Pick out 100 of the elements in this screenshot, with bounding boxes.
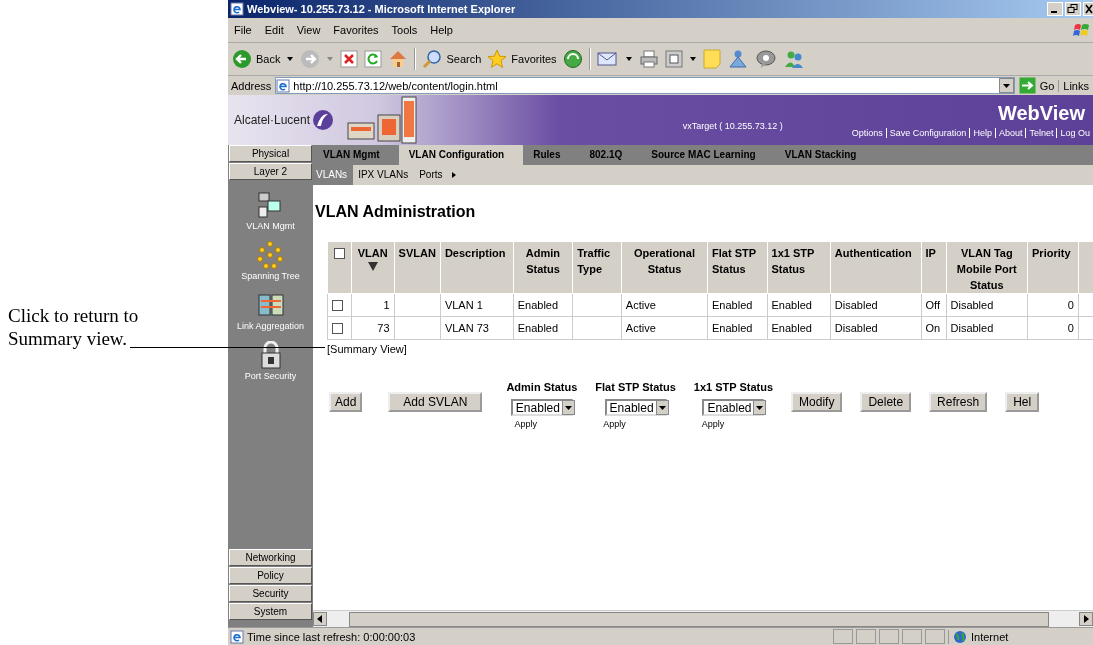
nav-link[interactable]: VLAN Mgmt: [246, 221, 295, 231]
header-link[interactable]: Save Configuration: [885, 128, 970, 138]
menu-item[interactable]: View: [296, 24, 321, 36]
home-icon[interactable]: [388, 49, 409, 69]
tab[interactable]: 802.1Q: [579, 145, 642, 165]
table-cell: Active: [625, 322, 656, 334]
table-cell: 0: [1067, 299, 1074, 311]
summary-view-link[interactable]: [Summary View]: [327, 343, 407, 355]
checkbox[interactable]: [332, 322, 343, 334]
nav-button[interactable]: Layer 2: [229, 163, 312, 180]
favorites-button[interactable]: Favorites: [487, 49, 557, 69]
stop-icon[interactable]: [340, 50, 359, 68]
action-button[interactable]: Hel: [1005, 392, 1040, 412]
media-icon[interactable]: [562, 49, 583, 69]
tab[interactable]: VLAN Stacking: [774, 145, 876, 165]
header-link[interactable]: Telnet: [1025, 128, 1057, 138]
search-button[interactable]: Search: [422, 49, 482, 69]
table-cell: Disabled: [834, 322, 878, 334]
node-tree-icon[interactable]: [256, 241, 285, 269]
tab[interactable]: VLAN Mgmt: [313, 145, 399, 165]
nav-button[interactable]: Networking: [229, 549, 312, 566]
brand-name: Alcatel·Lucent: [234, 113, 311, 127]
apply-link[interactable]: Apply: [701, 419, 725, 429]
product-name: WebView: [997, 102, 1085, 125]
people-icon[interactable]: [726, 49, 749, 69]
dropdown[interactable]: Enabled: [702, 399, 765, 416]
subtab[interactable]: IPX VLANs: [355, 165, 415, 185]
menu-item[interactable]: Tools: [391, 24, 418, 36]
close-icon[interactable]: [1083, 2, 1093, 16]
subtab[interactable]: VLANs: [313, 165, 354, 185]
horizontal-scrollbar[interactable]: [313, 610, 1093, 627]
field-label: 1x1 STP Status: [693, 381, 774, 393]
table-cell: Disabled: [950, 322, 994, 334]
apply-link[interactable]: Apply: [514, 419, 537, 429]
refresh-icon[interactable]: [364, 50, 383, 68]
subtab[interactable]: Ports: [416, 165, 449, 185]
tab[interactable]: Source MAC Learning: [641, 145, 775, 165]
table-cell: On: [925, 322, 941, 334]
header-link[interactable]: Log Ou: [1056, 128, 1093, 138]
window-title: Webview- 10.255.73.12 - Microsoft Internet Explorer: [247, 3, 517, 15]
page-icon: [230, 629, 244, 644]
table-cell: Enabled: [771, 322, 812, 334]
table-cell: Enabled: [712, 299, 753, 311]
nav-button[interactable]: Policy: [229, 567, 312, 584]
restore-icon[interactable]: [1065, 2, 1081, 16]
caret-icon[interactable]: [286, 55, 295, 63]
window-icon[interactable]: [664, 50, 683, 68]
table-cell: Disabled: [950, 299, 994, 311]
tab[interactable]: Rules: [523, 145, 580, 165]
menu-item[interactable]: Help: [430, 24, 453, 36]
caret-icon[interactable]: [688, 55, 697, 63]
menu-item[interactable]: Favorites: [333, 24, 379, 36]
action-button[interactable]: Delete: [860, 392, 912, 412]
table-cell: Disabled: [834, 299, 878, 311]
nav-button[interactable]: Security: [229, 585, 312, 602]
address-field[interactable]: http://10.255.73.12/web/content/login.html: [275, 77, 1015, 94]
header-link[interactable]: Options: [848, 128, 886, 138]
table-cell: Active: [625, 299, 656, 311]
page-heading: VLAN Administration: [315, 203, 477, 221]
scroll-right-icon: [1079, 612, 1093, 626]
action-button[interactable]: Refresh: [929, 392, 988, 412]
action-button[interactable]: Add: [329, 392, 363, 412]
header-link[interactable]: About: [994, 128, 1026, 138]
search-icon: [422, 49, 443, 69]
nav-link[interactable]: Port Security: [244, 371, 297, 381]
globe-icon: [953, 629, 967, 644]
table-cell: Off: [925, 299, 941, 311]
go-button[interactable]: Go: [1018, 77, 1055, 94]
table-cell: Enabled: [517, 322, 559, 334]
menu-item[interactable]: File: [234, 24, 252, 36]
field-label: Admin Status: [506, 381, 578, 393]
chat-bubble-icon[interactable]: [754, 49, 777, 69]
page-icon: [276, 78, 291, 93]
back-button[interactable]: Back: [232, 49, 281, 69]
nav-button[interactable]: System: [229, 603, 312, 620]
minimize-icon[interactable]: [1047, 2, 1063, 16]
tab[interactable]: VLAN Configuration: [398, 145, 524, 165]
table-cell: Enabled: [712, 322, 753, 334]
right-arrow-icon[interactable]: [450, 171, 457, 179]
action-button[interactable]: Modify: [791, 392, 843, 412]
caret-icon[interactable]: [624, 55, 633, 63]
menu-item[interactable]: Edit: [264, 24, 284, 36]
nav-link[interactable]: Spanning Tree: [241, 271, 300, 281]
header-link[interactable]: Help: [969, 128, 995, 138]
sort-descending-icon[interactable]: [366, 261, 379, 272]
status-text: Time since last refresh: 0:00:00:03: [247, 630, 417, 643]
nav-link[interactable]: Link Aggregation: [236, 321, 305, 331]
callout-text: Click to return to Summary view.: [8, 304, 140, 350]
panels-icon[interactable]: [256, 291, 285, 319]
action-button[interactable]: Add SVLAN: [388, 392, 483, 412]
mail-icon[interactable]: [596, 50, 619, 68]
star-icon: [487, 49, 508, 69]
dropdown[interactable]: Enabled: [510, 399, 573, 416]
links-button[interactable]: Links: [1058, 79, 1093, 92]
printer-icon[interactable]: [638, 49, 659, 69]
checkbox[interactable]: [332, 299, 343, 311]
nav-button[interactable]: Physical: [229, 145, 312, 162]
dropdown[interactable]: Enabled: [604, 399, 667, 416]
apply-link[interactable]: Apply: [603, 419, 626, 429]
checkbox[interactable]: [333, 248, 345, 259]
